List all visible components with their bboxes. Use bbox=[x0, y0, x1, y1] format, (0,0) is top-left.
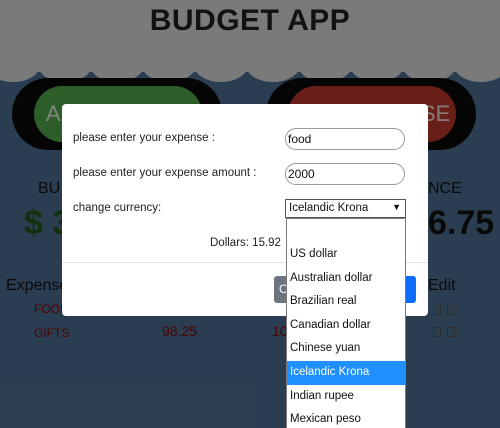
currency-select[interactable]: Icelandic Krona ▼ bbox=[285, 199, 406, 218]
chevron-down-icon: ▼ bbox=[392, 202, 401, 212]
currency-option[interactable]: Mexican peso bbox=[287, 408, 405, 428]
currency-selected-value: Icelandic Krona bbox=[289, 202, 369, 214]
expense-name-input[interactable]: food bbox=[285, 128, 405, 150]
currency-dropdown-list: US dollar Australian dollar Brazilian re… bbox=[286, 218, 406, 428]
currency-option[interactable]: US dollar bbox=[287, 243, 405, 267]
currency-option[interactable]: Chinese yuan bbox=[287, 337, 405, 361]
currency-option-selected[interactable]: Icelandic Krona bbox=[287, 360, 405, 385]
expense-amount-input[interactable]: 2000 bbox=[285, 163, 405, 185]
currency-option-blank[interactable] bbox=[287, 219, 405, 243]
currency-option[interactable]: Canadian dollar bbox=[287, 314, 405, 338]
expense-name-label: please enter your expense : bbox=[73, 132, 215, 144]
save-button[interactable] bbox=[406, 276, 416, 303]
dollars-conversion-text: Dollars: 15.92 bbox=[210, 237, 281, 249]
currency-label: change currency: bbox=[73, 202, 162, 214]
currency-option[interactable]: Australian dollar bbox=[287, 267, 405, 291]
expense-amount-label: please enter your expense amount : bbox=[73, 167, 257, 179]
currency-option[interactable]: Brazilian real bbox=[287, 290, 405, 314]
currency-option[interactable]: Indian rupee bbox=[287, 385, 405, 409]
